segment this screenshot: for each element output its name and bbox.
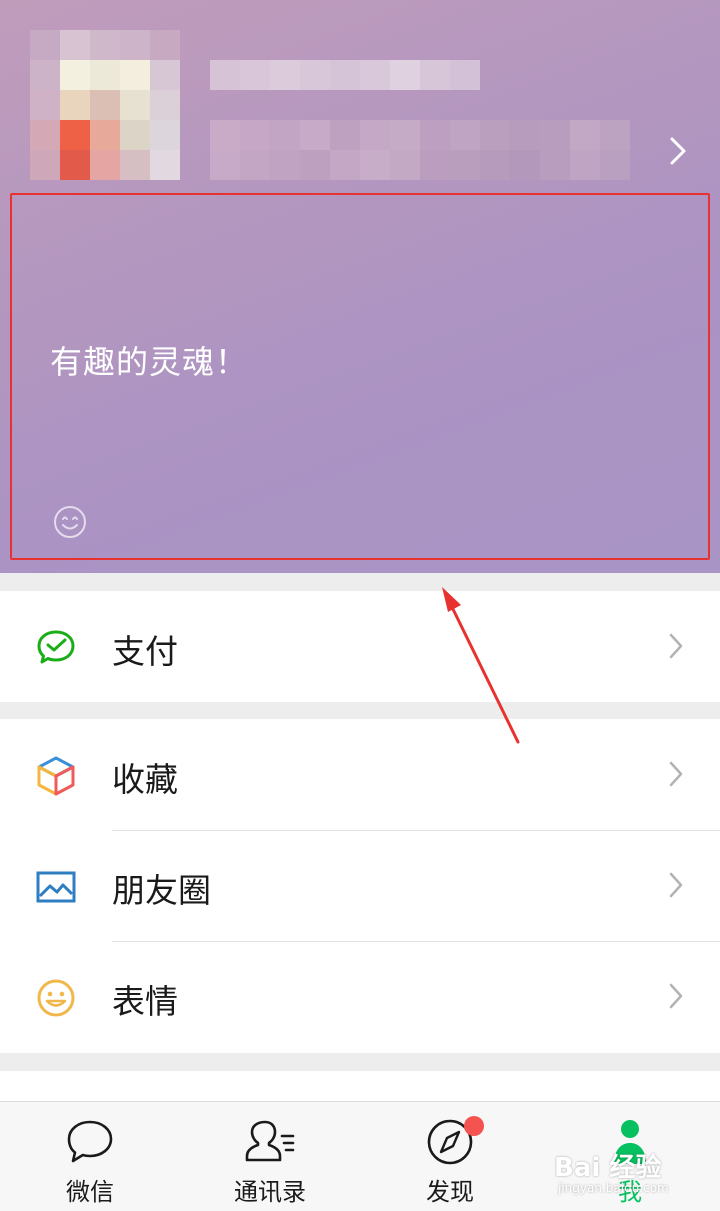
chevron-right-icon <box>669 983 683 1009</box>
annotation-arrow <box>442 587 520 744</box>
menu-item-label: 表情 <box>112 982 178 1021</box>
menu-item-label: 收藏 <box>112 760 178 799</box>
menu-group-main: 收藏 朋友圈 表情 <box>0 719 720 1053</box>
notification-badge <box>464 1116 484 1136</box>
tab-label: 微信 <box>66 1178 114 1206</box>
menu-group-pay: 支付 <box>0 591 720 702</box>
tab-chats[interactable]: 微信 <box>0 1102 180 1211</box>
watermark-sub: jingyan.baidu.com <box>558 1181 669 1195</box>
contacts-icon <box>245 1120 295 1162</box>
nickname-blurred <box>210 60 480 90</box>
chevron-right-icon <box>669 761 683 787</box>
tab-contacts[interactable]: 通讯录 <box>180 1102 360 1211</box>
wechat-id-blurred <box>210 120 630 180</box>
watermark-main: Bai 经验 <box>554 1153 662 1183</box>
baidu-watermark: Bai 经验 jingyan.baidu.com <box>548 1139 698 1199</box>
profile-header[interactable]: 有趣的灵魂！ <box>0 0 720 573</box>
tab-discover[interactable]: 发现 <box>360 1102 540 1211</box>
menu-group-settings <box>0 1071 720 1101</box>
menu-item-stickers[interactable]: 表情 <box>0 941 720 1052</box>
moments-image-icon <box>36 871 76 903</box>
tab-label: 通讯录 <box>234 1178 306 1206</box>
tab-label: 发现 <box>426 1178 474 1206</box>
status-highlight-box[interactable]: 有趣的灵魂！ <box>10 193 710 560</box>
smile-icon[interactable] <box>53 505 87 539</box>
status-text[interactable]: 有趣的灵魂！ <box>50 337 248 383</box>
menu-item-label: 朋友圈 <box>112 871 211 910</box>
bottom-tab-bar: 微信 通讯录 发现 我 Bai 经验 jingyan.baidu.com <box>0 1101 720 1211</box>
menu-item-moments[interactable]: 朋友圈 <box>0 830 720 941</box>
chevron-right-icon <box>669 872 683 898</box>
chat-bubble-icon <box>67 1120 113 1163</box>
chevron-right-icon[interactable] <box>664 136 692 166</box>
avatar[interactable] <box>30 30 180 180</box>
sticker-smile-icon <box>37 979 75 1017</box>
chevron-right-icon <box>669 633 683 659</box>
favorites-cube-icon <box>37 756 75 796</box>
menu-item-favorites[interactable]: 收藏 <box>0 719 720 830</box>
menu-item-pay[interactable]: 支付 <box>0 591 720 702</box>
pay-check-icon <box>37 630 75 664</box>
menu-item-label: 支付 <box>112 632 178 671</box>
